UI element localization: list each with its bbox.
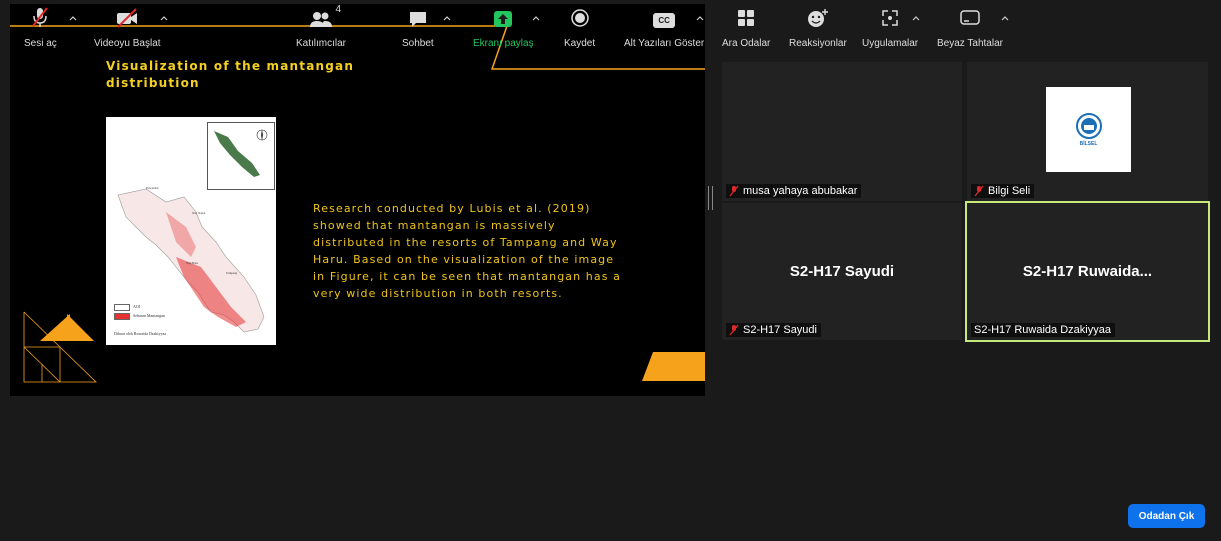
svg-text:Way Haru: Way Haru: [186, 261, 199, 265]
record-button[interactable]: Kaydet: [564, 0, 595, 57]
participant-tile[interactable]: BİLSEL Bilgi Seli: [967, 62, 1208, 201]
bilsel-logo-icon: [1075, 112, 1102, 139]
chevron-up-icon[interactable]: [69, 15, 77, 21]
captions-label: Alt Yazıları Göster: [624, 38, 705, 49]
mic-muted-icon: [974, 185, 984, 197]
chevron-up-icon[interactable]: [1001, 15, 1009, 21]
map-legend: AOI Sebaran Mantangan: [114, 302, 165, 320]
participant-name-label: Bilgi Seli: [971, 184, 1035, 198]
participant-name: S2-H17 Ruwaida Dzakiyyaa: [974, 324, 1111, 336]
participant-name-label: S2-H17 Ruwaida Dzakiyyaa: [971, 323, 1115, 337]
participant-name-label: musa yahaya abubakar: [726, 184, 862, 198]
start-video-label: Videoyu Başlat: [94, 38, 161, 49]
apps-button[interactable]: Uygulamalar: [862, 0, 918, 57]
slide-title: Visualization of the mantangan distribut…: [106, 59, 355, 90]
breakout-rooms-button[interactable]: Ara Odalar: [722, 0, 770, 57]
legend-mantangan: Sebaran Mantangan: [133, 313, 165, 318]
participant-name: musa yahaya abubakar: [743, 185, 858, 197]
participants-button[interactable]: 4 Katılımcılar: [296, 0, 346, 57]
inset-map: [214, 129, 268, 177]
record-label: Kaydet: [564, 38, 596, 49]
participant-name-label: S2-H17 Sayudi: [726, 323, 821, 337]
chat-button[interactable]: Sohbet: [402, 0, 434, 57]
participant-name: Bilgi Seli: [988, 185, 1031, 197]
svg-text:Way Napal: Way Napal: [192, 211, 206, 215]
mic-muted-icon: [729, 324, 739, 336]
participant-tile[interactable]: S2-H17 Sayudi S2-H17 Sayudi: [722, 203, 962, 340]
participants-icon: 4: [310, 0, 341, 28]
participants-label: Katılımcılar: [296, 38, 347, 49]
show-captions-button[interactable]: CC Alt Yazıları Göster: [624, 0, 704, 57]
svg-text:Pancaldan: Pancaldan: [146, 186, 159, 190]
whiteboard-icon: [959, 0, 981, 28]
participant-display-name: S2-H17 Sayudi: [789, 263, 895, 280]
participant-tile[interactable]: musa yahaya abubakar: [722, 62, 962, 201]
chat-label: Sohbet: [402, 38, 434, 49]
share-screen-icon: [492, 0, 514, 28]
reactions-label: Reaksiyonlar: [789, 38, 847, 49]
participant-count: 4: [335, 4, 341, 15]
svg-text:Tampang: Tampang: [226, 271, 238, 275]
whiteboards-label: Beyaz Tahtalar: [937, 38, 1003, 49]
cc-icon: CC: [653, 13, 676, 28]
leave-meeting-button[interactable]: Odadan Çık: [1128, 504, 1205, 528]
reactions-button[interactable]: Reaksiyonlar: [789, 0, 847, 57]
panel-resize-handle[interactable]: [708, 186, 713, 210]
video-off-icon: [115, 0, 139, 28]
apps-icon: [880, 0, 900, 28]
chevron-up-icon[interactable]: [443, 15, 451, 21]
record-icon: [570, 0, 590, 28]
participant-display-name: S2-H17 Ruwaida...: [1022, 263, 1153, 280]
meeting-toolbar: [0, 484, 1221, 541]
start-video-button[interactable]: Videoyu Başlat: [94, 0, 161, 57]
share-screen-button[interactable]: Ekranı paylaş: [473, 0, 534, 57]
chevron-up-icon[interactable]: [912, 15, 920, 21]
participant-avatar: BİLSEL: [1046, 87, 1131, 172]
breakout-rooms-icon: [736, 0, 756, 28]
mic-muted-icon: [729, 185, 739, 197]
legend-aoi: AOI: [133, 304, 141, 309]
chat-icon: [408, 0, 428, 28]
participant-name: S2-H17 Sayudi: [743, 324, 817, 336]
share-screen-label: Ekranı paylaş: [473, 38, 534, 49]
map-credit: Dibuat oleh Ruwaida Dzakiyyaa: [114, 331, 167, 336]
breakout-rooms-label: Ara Odalar: [722, 38, 771, 49]
smiley-icon: [807, 0, 829, 28]
distribution-map: Pancaldan Way Napal Way Haru Tampang AOI…: [106, 117, 276, 345]
chevron-up-icon[interactable]: [160, 15, 168, 21]
slide-body-text: Research conducted by Lubis et al. (2019…: [313, 202, 621, 300]
chevron-up-icon[interactable]: [696, 15, 704, 21]
shared-screen: Visualization of the mantangan distribut…: [10, 4, 705, 396]
logo-text: BİLSEL: [1079, 140, 1098, 147]
apps-label: Uygulamalar: [862, 38, 919, 49]
map-inset: [207, 122, 275, 190]
mic-off-icon: [30, 0, 50, 28]
whiteboards-button[interactable]: Beyaz Tahtalar: [937, 0, 1003, 57]
captions-icon: CC: [653, 0, 676, 28]
chevron-up-icon[interactable]: [532, 15, 540, 21]
active-speaker-tile[interactable]: S2-H17 Ruwaida... S2-H17 Ruwaida Dzakiyy…: [965, 201, 1210, 342]
unmute-button[interactable]: Sesi aç: [24, 0, 57, 57]
unmute-label: Sesi aç: [24, 38, 57, 49]
